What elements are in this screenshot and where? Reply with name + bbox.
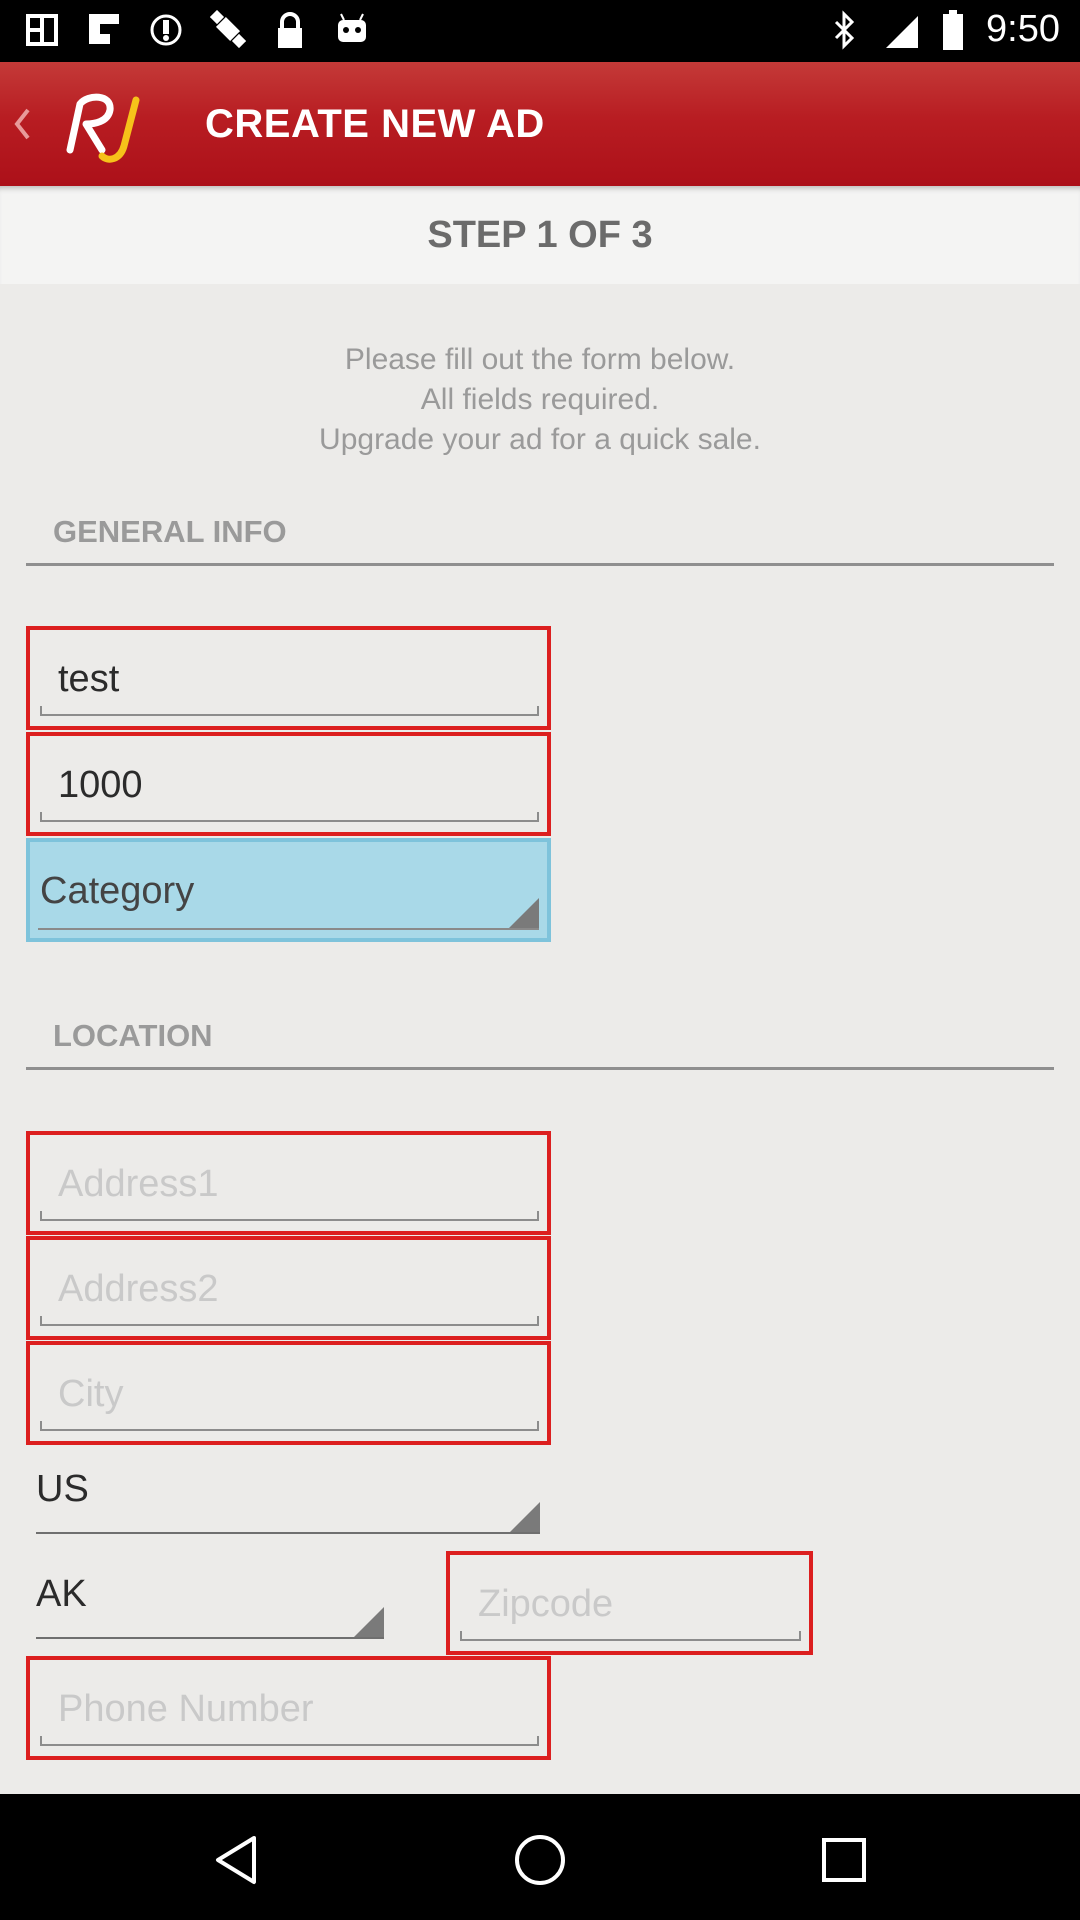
zipcode-field[interactable]: Zipcode <box>446 1551 813 1655</box>
status-right-icons: 9:50 <box>826 8 1060 51</box>
form-intro: Please fill out the form below. All fiel… <box>0 340 1080 460</box>
app-logo[interactable] <box>58 80 148 168</box>
satellite-icon <box>210 10 246 49</box>
dropdown-arrow-icon <box>509 898 539 928</box>
battery-icon <box>943 9 964 50</box>
address1-placeholder: Address1 <box>58 1163 219 1205</box>
address2-field[interactable]: Address2 <box>26 1236 551 1340</box>
city-field[interactable]: City <box>26 1341 551 1445</box>
category-label: Category <box>40 870 195 912</box>
title-value: test <box>58 658 120 700</box>
city-placeholder: City <box>58 1373 124 1415</box>
back-button[interactable] <box>0 62 44 186</box>
country-value: US <box>36 1468 89 1510</box>
status-left-icons <box>24 10 370 50</box>
recents-square-icon[interactable] <box>816 1832 872 1888</box>
intro-line-2: All fields required. <box>420 383 660 416</box>
flipboard-icon <box>89 14 119 44</box>
back-triangle-icon[interactable] <box>208 1832 264 1888</box>
step-indicator: STEP 1 OF 3 <box>0 186 1080 284</box>
lock-icon <box>278 12 302 48</box>
signal-icon <box>886 15 919 48</box>
status-time: 9:50 <box>986 8 1060 50</box>
system-nav-bar <box>0 1794 1080 1920</box>
phone-number-field[interactable]: Phone Number <box>26 1656 551 1760</box>
country-dropdown[interactable]: US <box>26 1462 540 1542</box>
page-title: CREATE NEW AD <box>205 102 545 146</box>
state-dropdown[interactable]: AK <box>26 1567 384 1647</box>
chevron-left-icon <box>14 108 30 140</box>
zipcode-placeholder: Zipcode <box>478 1583 614 1625</box>
state-value: AK <box>36 1573 87 1615</box>
category-dropdown[interactable]: Category <box>26 838 551 942</box>
intro-line-1: Please fill out the form below. <box>344 343 736 376</box>
title-field[interactable]: test <box>26 626 551 730</box>
dropdown-arrow-icon <box>510 1502 540 1532</box>
app-bar: CREATE NEW AD <box>0 62 1080 186</box>
location-label: LOCATION <box>53 1018 213 1053</box>
general-info-label: GENERAL INFO <box>53 514 287 549</box>
price-value: 1000 <box>58 764 143 806</box>
bluetooth-icon <box>834 9 855 50</box>
general-info-section-header: GENERAL INFO <box>26 514 1054 566</box>
price-field[interactable]: 1000 <box>26 732 551 836</box>
android-icon <box>338 13 366 42</box>
status-bar: 9:50 <box>0 0 1080 62</box>
step-label: STEP 1 OF 3 <box>427 213 653 256</box>
home-circle-icon[interactable] <box>512 1832 568 1888</box>
address2-placeholder: Address2 <box>58 1268 219 1310</box>
photo-icon <box>26 14 58 46</box>
address1-field[interactable]: Address1 <box>26 1131 551 1235</box>
phone-placeholder: Phone Number <box>58 1688 314 1730</box>
intro-line-3: Upgrade your ad for a quick sale. <box>319 423 761 456</box>
sync-icon <box>150 14 182 46</box>
dropdown-arrow-icon <box>354 1607 384 1637</box>
location-section-header: LOCATION <box>26 1018 1054 1070</box>
